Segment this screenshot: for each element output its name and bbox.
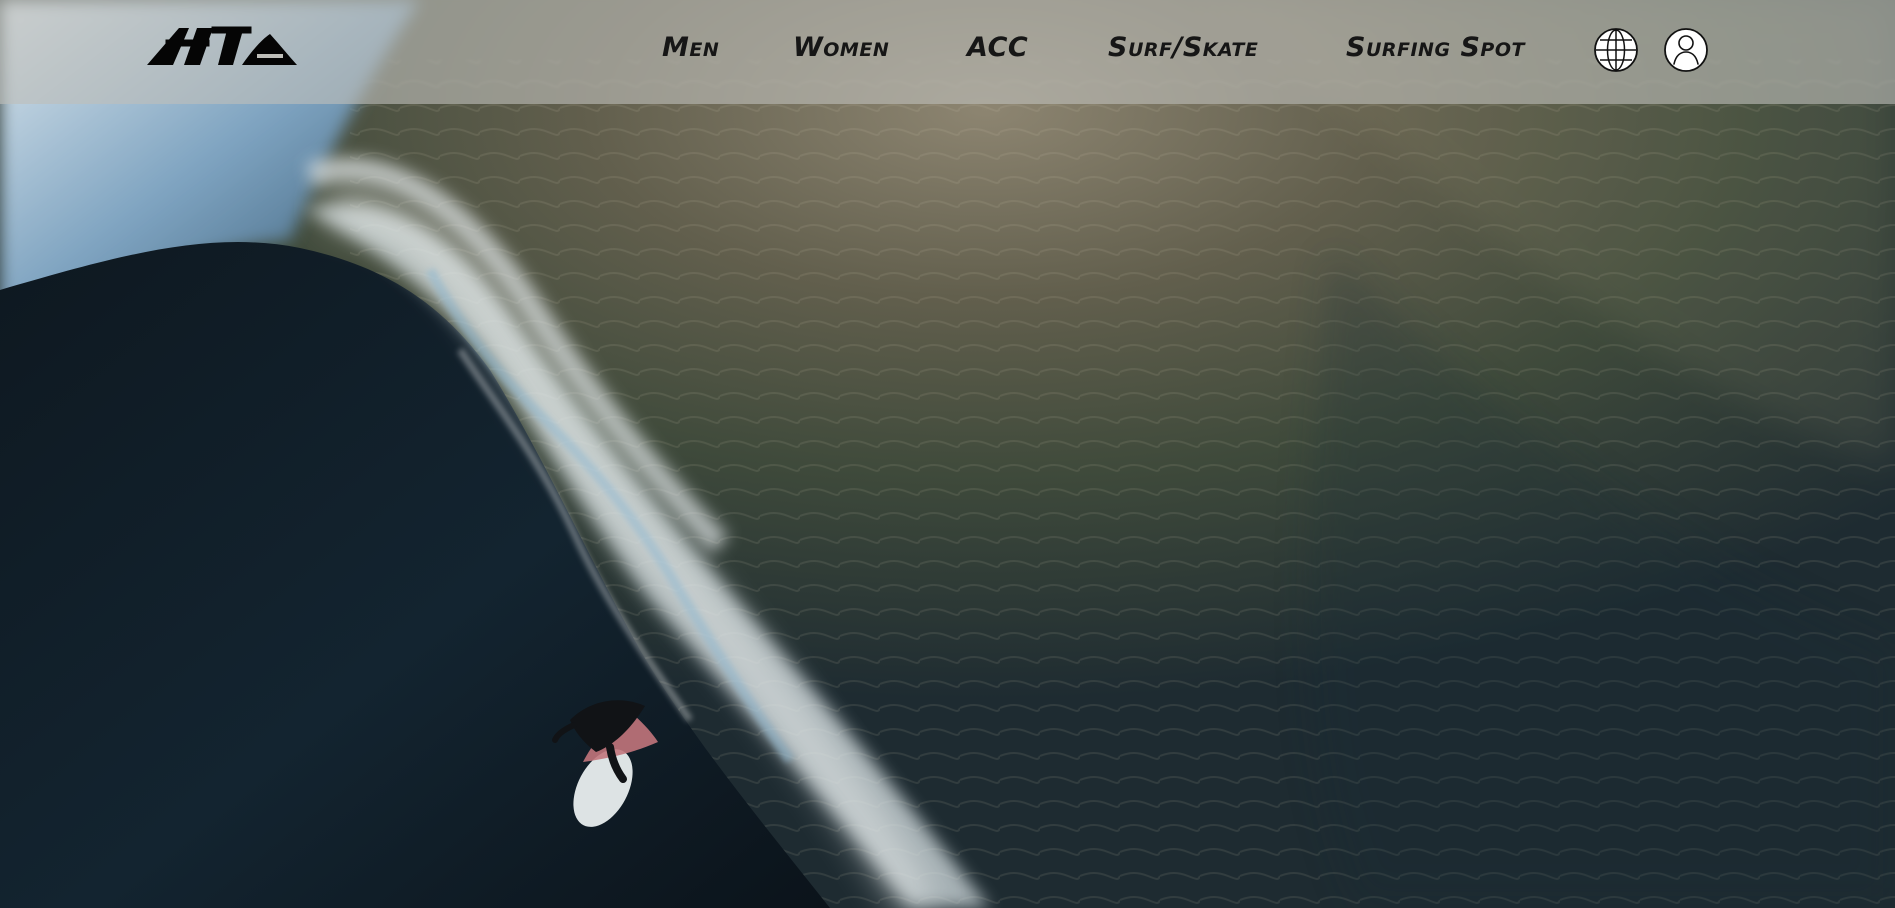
globe-icon [1594, 28, 1638, 72]
header-bar: Men Women ACC Surf/Skate Surfing Spot [0, 0, 1895, 104]
hero-surf-image [0, 0, 1895, 908]
home-page: Men Women ACC Surf/Skate Surfing Spot [0, 0, 1895, 908]
nav-item-women[interactable]: Women [793, 30, 889, 66]
nav-item-men[interactable]: Men [662, 30, 719, 66]
nav-item-surfing-spot[interactable]: Surfing Spot [1346, 30, 1525, 66]
nav-item-acc[interactable]: ACC [967, 30, 1028, 66]
language-button[interactable] [1594, 28, 1638, 72]
user-account-icon [1664, 28, 1708, 72]
account-button[interactable] [1664, 28, 1708, 72]
nav-item-surf-skate[interactable]: Surf/Skate [1108, 30, 1258, 66]
